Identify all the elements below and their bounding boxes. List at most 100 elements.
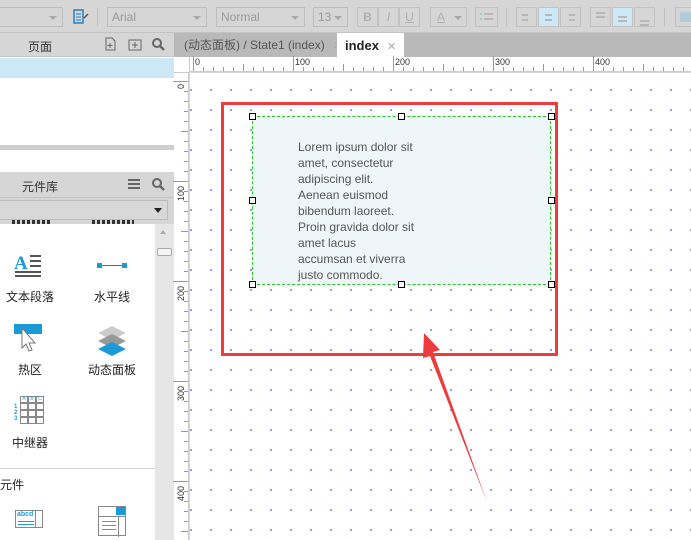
- underline-button[interactable]: U: [399, 7, 420, 27]
- ruler-tick: [184, 301, 188, 302]
- ruler-tick: [184, 461, 188, 462]
- pages-panel-header: 页面: [0, 33, 174, 57]
- ruler-label: 0: [176, 83, 186, 89]
- add-folder-icon[interactable]: [127, 37, 143, 53]
- widget-grid: A 文本段落 水平线 热区 动态面板 A B C 1 2 3 中继器: [0, 220, 155, 468]
- ruler-tick: [553, 67, 554, 71]
- svg-text:A: A: [14, 253, 28, 274]
- ruler-tick: [493, 56, 494, 71]
- panel-splitter[interactable]: [0, 145, 174, 150]
- dynamic-panel-icon: [98, 326, 126, 356]
- scroll-up-icon[interactable]: [160, 230, 166, 234]
- font-size-value: 13: [318, 10, 332, 24]
- ruler-tick: [323, 67, 324, 71]
- tab-label: index: [345, 38, 379, 53]
- ruler-tick: [184, 341, 188, 342]
- tab-index[interactable]: index ✕: [337, 33, 405, 57]
- ruler-tick: [223, 67, 224, 71]
- font-family-select[interactable]: Arial: [107, 7, 207, 27]
- text-field-icon-text: abcd: [17, 511, 34, 518]
- ruler-tick: [184, 221, 188, 222]
- section-divider: [0, 468, 155, 469]
- fill-color-button[interactable]: [675, 7, 691, 27]
- widget-hotspot[interactable]: 热区: [0, 324, 60, 379]
- ruler-tick: [184, 501, 188, 502]
- widget-text-field[interactable]: abcd: [15, 510, 43, 528]
- ruler-tick: [184, 211, 188, 212]
- ruler-tick: [303, 67, 304, 71]
- align-left-icon: [522, 12, 528, 23]
- annotation-arrow-icon: [423, 333, 487, 502]
- repeater-header-cell: A: [20, 396, 28, 403]
- ruler-corner: [174, 57, 190, 73]
- ruler-tick: [633, 67, 634, 71]
- close-icon[interactable]: ✕: [387, 41, 396, 53]
- section-title: 元件: [0, 478, 25, 492]
- clipped-widget-label: [92, 220, 134, 224]
- ruler-tick: [603, 67, 604, 71]
- ruler-tick: [403, 67, 404, 71]
- scrollbar-thumb[interactable]: [157, 248, 172, 256]
- repeater-header-cell: C: [36, 396, 44, 403]
- ruler-tick: [173, 381, 188, 382]
- widget-horizontal-line[interactable]: 水平线: [77, 252, 147, 307]
- ruler-tick: [173, 181, 188, 182]
- ruler-tick: [193, 56, 194, 71]
- format-painter-icon[interactable]: [73, 9, 89, 25]
- align-top-button[interactable]: [590, 7, 611, 27]
- align-right-button[interactable]: [560, 7, 581, 27]
- add-page-icon[interactable]: [102, 37, 118, 53]
- library-dropdown[interactable]: [0, 200, 168, 220]
- ruler-tick: [483, 67, 484, 71]
- ruler-tick: [283, 67, 284, 71]
- bullet-list-button[interactable]: [475, 7, 498, 27]
- font-color-button[interactable]: A: [430, 7, 467, 27]
- toolbar: Arial Normal 13 B I U A: [0, 0, 691, 33]
- font-size-select[interactable]: 13: [313, 7, 348, 27]
- align-bottom-button[interactable]: [634, 7, 655, 27]
- library-scrollbar[interactable]: [155, 224, 174, 540]
- italic-button[interactable]: I: [378, 7, 399, 27]
- library-search-icon[interactable]: [150, 177, 166, 193]
- left-sidebar: 页面 元件库 A 文本段落 水平线 热区 动态面板 A B C 1 2 3 中继…: [0, 33, 174, 540]
- widget-dynamic-panel[interactable]: 动态面板: [77, 324, 147, 379]
- ruler-tick: [184, 521, 188, 522]
- font-weight-select[interactable]: Normal: [216, 7, 305, 27]
- widget-label: 动态面板: [87, 363, 136, 377]
- widget-repeater[interactable]: A B C 1 2 3 中继器: [0, 394, 60, 454]
- align-right-icon: [569, 12, 575, 23]
- widget-text-paragraph[interactable]: A 文本段落: [0, 252, 60, 307]
- clipped-widget-label: [12, 220, 52, 224]
- ruler-label: 200: [395, 57, 411, 67]
- ruler-label: 400: [595, 57, 611, 67]
- align-center-button[interactable]: [538, 7, 559, 27]
- style-select[interactable]: [0, 7, 63, 27]
- ruler-tick: [373, 67, 374, 71]
- align-left-button[interactable]: [516, 7, 537, 27]
- search-icon[interactable]: [150, 37, 166, 53]
- widget-label: 热区: [17, 363, 42, 377]
- page-row-selected[interactable]: [0, 58, 174, 78]
- ruler-tick: [184, 441, 188, 442]
- ruler-tick: [263, 67, 264, 71]
- ruler-label: 400: [176, 485, 186, 501]
- align-top-icon: [596, 10, 605, 20]
- ruler-tick: [184, 251, 188, 252]
- ruler-tick: [383, 67, 384, 71]
- align-bottom-icon: [640, 18, 649, 28]
- tab-dynamic-panel-state[interactable]: (动态面板) / State1 (index)✕: [176, 33, 350, 57]
- chevron-down-icon: [454, 16, 462, 20]
- ruler-tick: [181, 331, 188, 332]
- text-field-icon: abcd: [15, 510, 36, 528]
- ruler-tick: [184, 141, 188, 142]
- ruler-tick: [293, 56, 294, 71]
- ruler-tick: [513, 67, 514, 71]
- ruler-tick: [663, 67, 664, 71]
- align-middle-button[interactable]: [612, 7, 633, 27]
- library-panel-header: 元件库: [0, 172, 174, 198]
- ruler-tick: [593, 56, 594, 71]
- bold-button[interactable]: B: [357, 7, 378, 27]
- ruler-label: 0: [195, 57, 201, 67]
- widget-listbox[interactable]: [98, 506, 128, 537]
- menu-icon[interactable]: [126, 177, 142, 193]
